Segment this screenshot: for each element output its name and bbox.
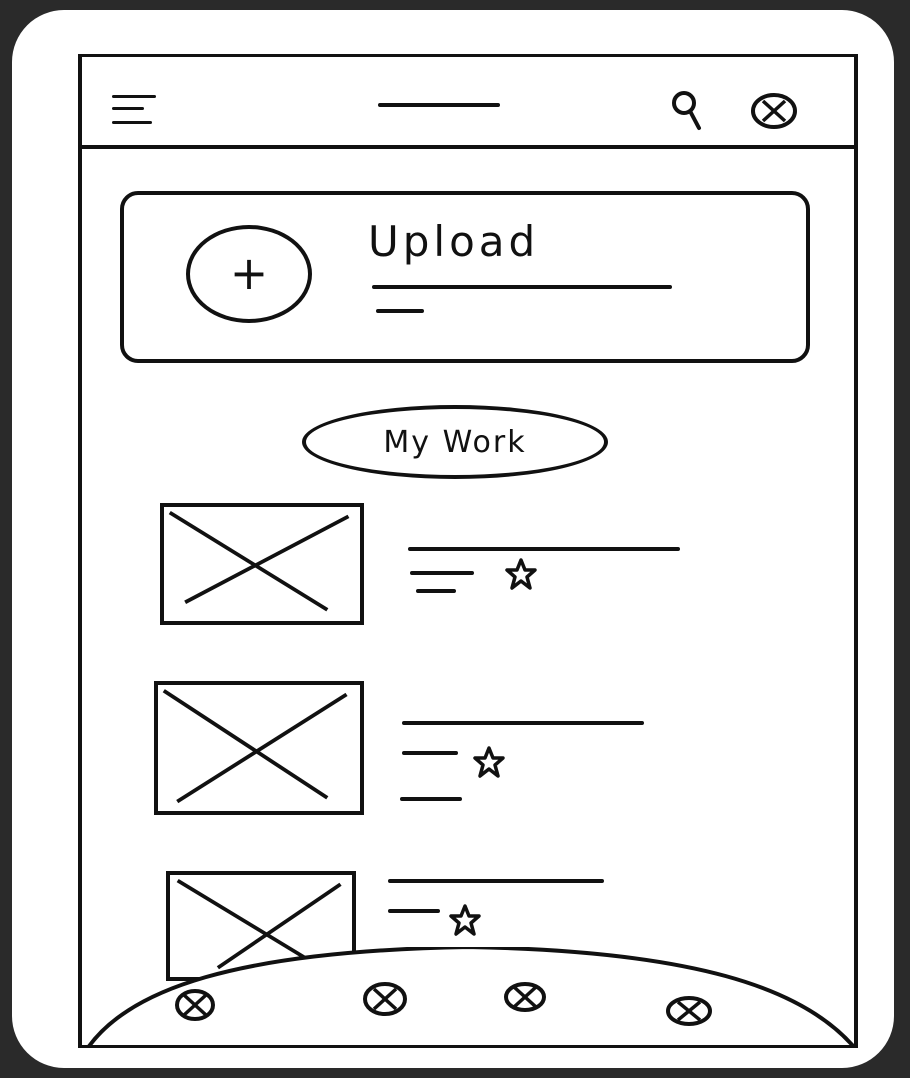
- work-item-meta-line: [388, 909, 440, 913]
- work-item-thumbnail[interactable]: [160, 503, 364, 625]
- star-icon[interactable]: [504, 557, 538, 591]
- plus-icon: +: [229, 246, 269, 301]
- star-icon[interactable]: [448, 903, 482, 937]
- upload-description-line: [372, 285, 672, 289]
- work-item-meta-line: [400, 797, 462, 801]
- bottom-navigation: [82, 947, 854, 1045]
- upload-title: Upload: [368, 217, 540, 266]
- work-item-thumbnail[interactable]: [154, 681, 364, 815]
- work-item-meta-line: [402, 751, 458, 755]
- upload-description-line-short: [376, 309, 424, 313]
- work-item-title-line: [402, 721, 644, 725]
- my-work-button[interactable]: My Work: [302, 405, 608, 479]
- nav-placeholder-icon[interactable]: [502, 979, 548, 1015]
- upload-card[interactable]: + Upload: [120, 191, 810, 363]
- top-app-bar: [82, 57, 854, 149]
- nav-placeholder-icon[interactable]: [172, 987, 218, 1023]
- nav-placeholder-icon[interactable]: [362, 981, 408, 1017]
- work-item-meta-line: [416, 589, 456, 593]
- work-item-meta-line: [410, 571, 474, 575]
- search-icon[interactable]: [670, 89, 704, 131]
- star-icon[interactable]: [472, 745, 506, 779]
- upload-add-button[interactable]: +: [186, 225, 312, 323]
- menu-icon[interactable]: [112, 91, 158, 127]
- sketch-card: + Upload My Work: [12, 10, 894, 1068]
- phone-frame: + Upload My Work: [78, 54, 858, 1048]
- profile-placeholder-icon[interactable]: [750, 91, 798, 131]
- nav-placeholder-icon[interactable]: [666, 993, 712, 1029]
- work-item-title-line: [408, 547, 680, 551]
- work-item-title-line: [388, 879, 604, 883]
- app-title-placeholder: [378, 103, 500, 107]
